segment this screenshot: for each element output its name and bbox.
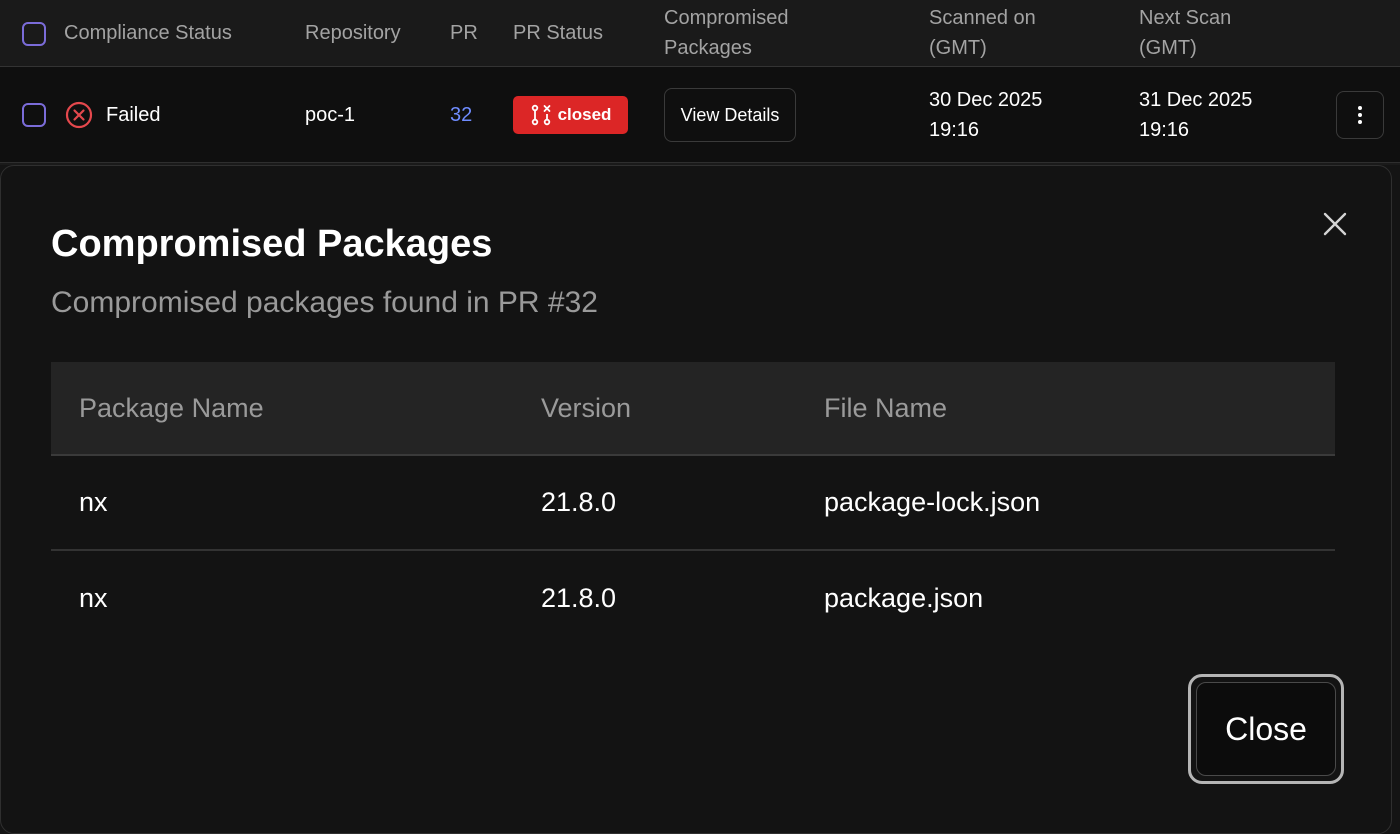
table-row: nx 21.8.0 package-lock.json [51, 456, 1335, 551]
table-header: Compliance Status Repository PR PR Statu… [0, 0, 1400, 67]
scanned-on-value: 30 Dec 2025 19:16 [929, 85, 1042, 145]
packages-table-header: Package Name Version File Name [51, 362, 1335, 456]
close-button[interactable]: Close [1196, 682, 1336, 776]
dialog-title: Compromised Packages [51, 223, 493, 265]
column-package-name: Package Name [79, 392, 264, 423]
header-next-scan[interactable]: Next Scan (GMT) [1139, 3, 1231, 63]
header-next-scan-line2: (GMT) [1139, 37, 1197, 59]
repository-name: poc-1 [305, 104, 356, 126]
close-button-focus-ring: Close [1188, 674, 1344, 784]
header-scanned-on-line1: Scanned on [929, 7, 1036, 29]
more-vertical-icon [1358, 106, 1362, 124]
next-scan-value: 31 Dec 2025 19:16 [1139, 85, 1252, 145]
file-name-cell: package.json [824, 583, 984, 613]
row-checkbox[interactable] [22, 103, 46, 127]
header-pr[interactable]: PR [450, 18, 478, 48]
table-row[interactable]: Failed poc-1 32 closed View Details 30 D… [0, 67, 1400, 163]
view-details-button[interactable]: View Details [664, 88, 796, 142]
package-name-cell: nx [79, 583, 108, 613]
header-compliance-status[interactable]: Compliance Status [64, 18, 232, 48]
x-circle-icon [65, 101, 93, 129]
table-row: nx 21.8.0 package.json [51, 551, 1335, 646]
pr-link[interactable]: 32 [450, 100, 472, 130]
scans-table: Compliance Status Repository PR PR Statu… [0, 0, 1400, 165]
next-scan-date: 31 Dec 2025 [1139, 89, 1253, 111]
header-compromised-packages[interactable]: Compromised Packages [664, 3, 788, 63]
file-name-cell: package-lock.json [824, 487, 1041, 517]
page: Compliance Status Repository PR PR Statu… [0, 0, 1400, 834]
select-all-checkbox[interactable] [22, 22, 46, 46]
pr-status-label: closed [557, 105, 612, 124]
dialog-close-x-button[interactable] [1317, 206, 1353, 242]
row-actions-button[interactable] [1336, 91, 1384, 139]
header-pr-status[interactable]: PR Status [513, 18, 603, 48]
pr-status-badge: closed [513, 96, 628, 134]
header-compromised-packages-line2: Packages [664, 37, 752, 59]
compromised-packages-dialog: Compromised Packages Compromised package… [0, 165, 1392, 834]
packages-table: Package Name Version File Name nx 21.8.0… [51, 362, 1335, 646]
column-file-name: File Name [824, 392, 948, 423]
scanned-on-time: 19:16 [929, 119, 980, 141]
column-version: Version [541, 392, 632, 423]
dialog-subtitle: Compromised packages found in PR #32 [51, 286, 598, 319]
package-name-cell: nx [79, 487, 108, 517]
header-repository[interactable]: Repository [305, 18, 401, 48]
close-icon [1323, 212, 1347, 236]
version-cell: 21.8.0 [541, 487, 617, 517]
next-scan-time: 19:16 [1139, 119, 1190, 141]
version-cell: 21.8.0 [541, 583, 617, 613]
header-compromised-packages-line1: Compromised [664, 7, 789, 29]
scanned-on-date: 30 Dec 2025 [929, 89, 1043, 111]
header-next-scan-line1: Next Scan [1139, 7, 1232, 29]
header-scanned-on[interactable]: Scanned on (GMT) [929, 3, 1036, 63]
compliance-status-text: Failed [106, 104, 161, 126]
header-scanned-on-line2: (GMT) [929, 37, 987, 59]
git-pull-request-closed-icon [531, 104, 550, 126]
